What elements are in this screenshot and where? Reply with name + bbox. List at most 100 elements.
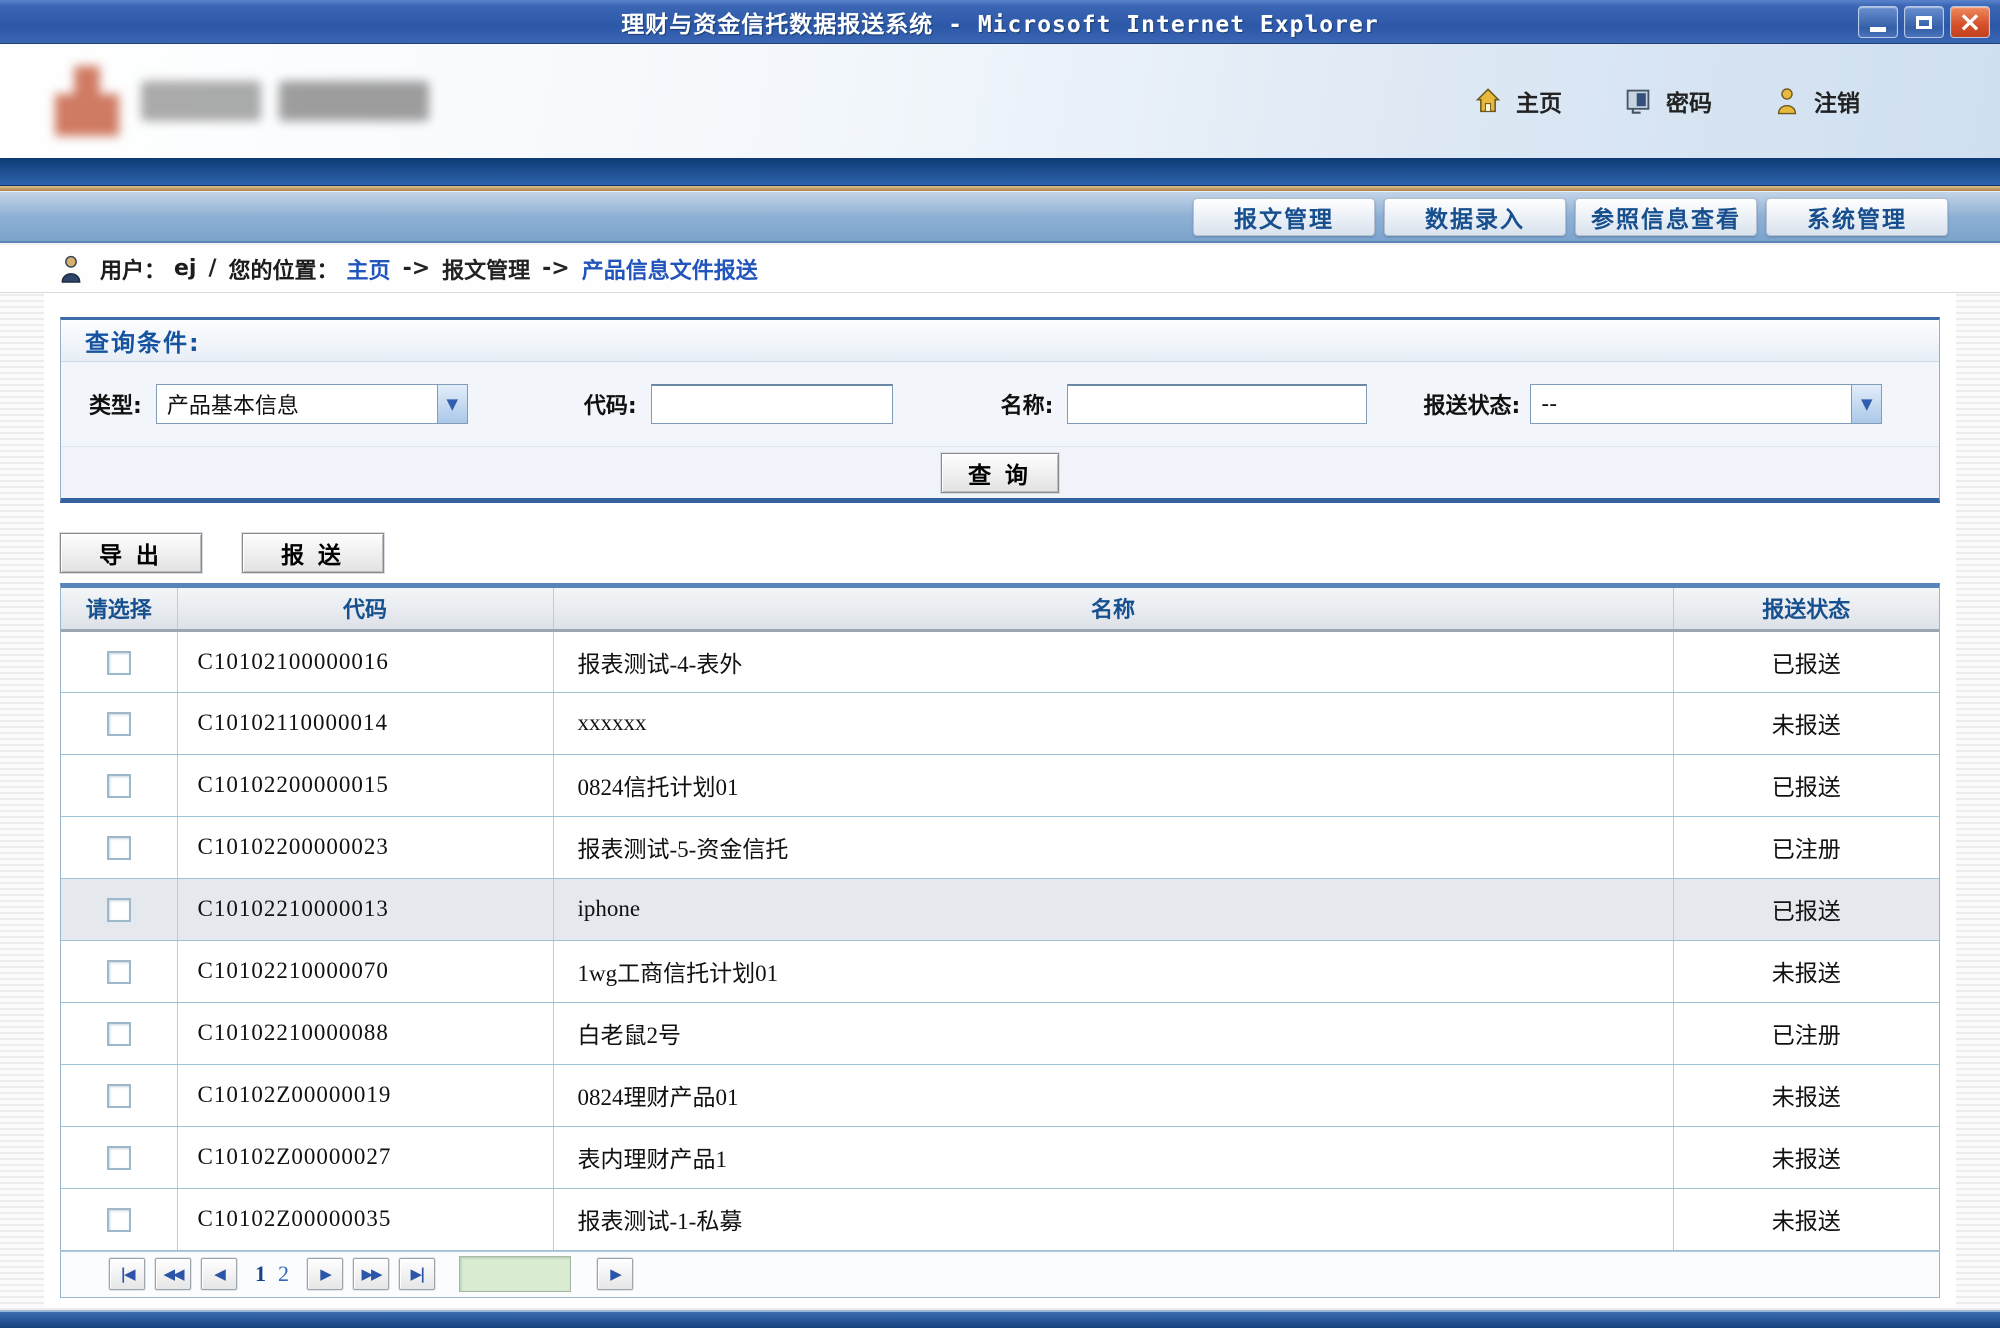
goto-page-button[interactable]: ▶ [597,1258,633,1290]
row-select-cell [61,1188,177,1250]
row-name: 报表测试-5-资金信托 [553,816,1673,878]
search-button[interactable]: 查 询 [941,453,1059,493]
next-page-button[interactable]: ▶ [307,1258,343,1290]
breadcrumb-section-link[interactable]: 报文管理 [442,253,530,285]
tab-data-entry[interactable]: 数据录入 [1384,198,1566,236]
row-select-cell [61,630,177,692]
row-checkbox[interactable] [107,960,131,984]
pagination: |◀ ◀◀ ◀ 1 2 ▶ ▶▶ ▶| ▶ [61,1251,1939,1297]
row-code: C10102110000014 [177,692,553,754]
dark-blue-band [0,158,2000,186]
code-input[interactable] [651,384,893,424]
row-checkbox[interactable] [107,774,131,798]
col-header-select: 请选择 [61,588,177,630]
maximize-button[interactable] [1904,6,1944,38]
row-checkbox[interactable] [107,1084,131,1108]
goto-page-input[interactable] [459,1256,571,1292]
row-checkbox[interactable] [107,712,131,736]
window-controls: × [1858,6,1990,38]
row-status: 未报送 [1673,1188,1939,1250]
row-code: C10102200000015 [177,754,553,816]
password-link[interactable]: 密码 [1624,84,1712,118]
rewind-page-button[interactable]: ◀◀ [155,1258,191,1290]
type-select[interactable]: 产品基本信息 ▼ [156,384,468,424]
window-titlebar: 理财与资金信托数据报送系统 - Microsoft Internet Explo… [0,0,2000,44]
page-numbers: 1 2 [255,1261,289,1287]
row-code: C10102200000023 [177,816,553,878]
data-grid: 请选择 代码 名称 报送状态 C10102100000016 报表测试-4-表外… [60,583,1940,1298]
home-link-label: 主页 [1516,84,1562,118]
row-status: 已报送 [1673,878,1939,940]
row-status: 未报送 [1673,1064,1939,1126]
query-panel: 查询条件: 类型: 产品基本信息 ▼ 代码: 名称: 报送状态: -- ▼ 查 … [60,317,1940,503]
minimize-button[interactable] [1858,6,1898,38]
forward-page-button[interactable]: ▶▶ [353,1258,389,1290]
row-checkbox[interactable] [107,836,131,860]
type-label: 类型: [89,388,142,420]
home-icon [1474,88,1502,114]
last-page-button[interactable]: ▶| [399,1258,435,1290]
user-icon [58,254,84,284]
row-checkbox[interactable] [107,1022,131,1046]
row-code: C10102Z00000019 [177,1064,553,1126]
breadcrumb-home-link[interactable]: 主页 [347,253,391,285]
code-label: 代码: [584,388,637,420]
col-header-code: 代码 [177,588,553,630]
password-icon [1624,88,1652,114]
status-label: 报送状态: [1423,388,1520,420]
name-input[interactable] [1067,384,1367,424]
row-name: 表内理财产品1 [553,1126,1673,1188]
query-form: 类型: 产品基本信息 ▼ 代码: 名称: 报送状态: -- ▼ [61,362,1939,446]
minimize-icon [1870,27,1886,32]
row-select-cell [61,940,177,1002]
row-code: C10102210000088 [177,1002,553,1064]
prev-page-button[interactable]: ◀ [201,1258,237,1290]
row-code: C10102Z00000027 [177,1126,553,1188]
bottom-bar [0,1310,2000,1328]
table-row: C10102110000014 xxxxxx 未报送 [61,692,1939,754]
tab-message-management[interactable]: 报文管理 [1193,198,1375,236]
password-link-label: 密码 [1666,84,1712,118]
home-link[interactable]: 主页 [1474,84,1562,118]
table-row: C10102210000088 白老鼠2号 已注册 [61,1002,1939,1064]
breadcrumb-arrow: -> [542,256,570,281]
row-status: 已报送 [1673,630,1939,692]
row-checkbox[interactable] [107,651,131,675]
row-code: C10102210000013 [177,878,553,940]
row-status: 未报送 [1673,940,1939,1002]
tab-reference-info[interactable]: 参照信息查看 [1575,198,1757,236]
row-select-cell [61,1126,177,1188]
status-select[interactable]: -- ▼ [1530,384,1882,424]
query-button-row: 查 询 [61,446,1939,498]
main-content: 查询条件: 类型: 产品基本信息 ▼ 代码: 名称: 报送状态: -- ▼ 查 … [44,293,1956,1308]
table-row: C10102Z00000019 0824理财产品01 未报送 [61,1064,1939,1126]
row-checkbox[interactable] [107,1146,131,1170]
location-label: 您的位置： [229,253,339,285]
logo-text-blurred [141,81,261,121]
tab-system-management[interactable]: 系统管理 [1766,198,1948,236]
row-code: C10102Z00000035 [177,1188,553,1250]
submit-button[interactable]: 报 送 [242,533,384,573]
row-status: 未报送 [1673,1126,1939,1188]
row-status: 未报送 [1673,692,1939,754]
logout-link[interactable]: 注销 [1774,84,1860,118]
first-page-button[interactable]: |◀ [109,1258,145,1290]
breadcrumb-separator: / [208,256,216,281]
username: ej [174,256,196,281]
page-number-2[interactable]: 2 [278,1261,289,1287]
logo [55,66,429,136]
row-checkbox[interactable] [107,898,131,922]
table-row: C10102100000016 报表测试-4-表外 已报送 [61,630,1939,692]
breadcrumb-current-page: 产品信息文件报送 [582,253,758,285]
table-body: C10102100000016 报表测试-4-表外 已报送 C101021100… [61,630,1939,1250]
logout-icon [1774,87,1800,115]
close-button[interactable]: × [1950,6,1990,38]
row-name: 报表测试-1-私募 [553,1188,1673,1250]
row-select-cell [61,1064,177,1126]
export-button[interactable]: 导 出 [60,533,202,573]
row-name: 0824理财产品01 [553,1064,1673,1126]
page-number-1[interactable]: 1 [255,1261,266,1287]
row-name: 报表测试-4-表外 [553,630,1673,692]
table-row: C10102Z00000035 报表测试-1-私募 未报送 [61,1188,1939,1250]
row-checkbox[interactable] [107,1208,131,1232]
